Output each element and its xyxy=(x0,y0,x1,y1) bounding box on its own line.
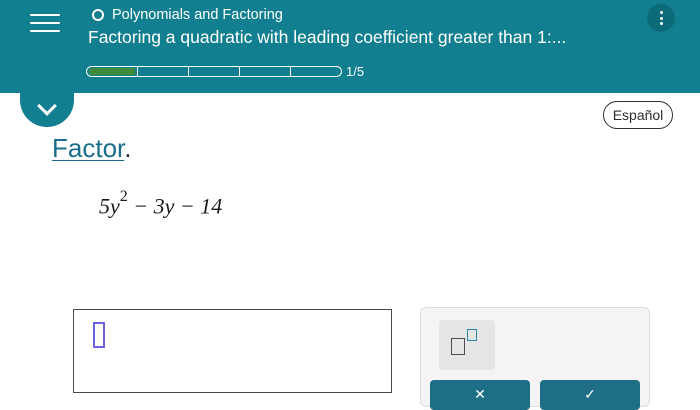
top-bar: Polynomials and Factoring Factoring a qu… xyxy=(0,0,700,93)
check-icon: ✓ xyxy=(584,386,596,402)
instruction-period: . xyxy=(124,133,132,163)
progress-bar xyxy=(86,66,342,77)
factor-help-link[interactable]: Factor xyxy=(52,133,124,163)
hamburger-menu-icon xyxy=(30,14,60,16)
problem-expression: 5y2 − 3y − 14 xyxy=(99,188,223,219)
progress-segment xyxy=(188,66,240,77)
exponent-button[interactable] xyxy=(439,320,495,370)
expression-rest: − 3y − 14 xyxy=(127,193,223,219)
hamburger-line xyxy=(30,30,60,32)
progress-count: 1/5 xyxy=(346,64,365,79)
topic-title: Polynomials and Factoring xyxy=(112,7,283,23)
options-button[interactable] xyxy=(647,4,675,32)
ellipsis-dot xyxy=(659,22,663,25)
problem-instruction: Factor. xyxy=(52,133,131,164)
progress-segment xyxy=(290,66,342,77)
expression-coefficient: 5y xyxy=(99,193,120,219)
topic-row: Polynomials and Factoring xyxy=(92,6,283,24)
vertical-ellipsis-icon xyxy=(659,11,663,14)
menu-button[interactable] xyxy=(27,8,67,40)
hamburger-line xyxy=(30,22,60,24)
language-toggle-button[interactable]: Español xyxy=(603,101,673,129)
progress-segment xyxy=(239,66,291,77)
x-icon: ✕ xyxy=(474,386,486,402)
progress-segment xyxy=(137,66,189,77)
lesson-title: Factoring a quadratic with leading coeff… xyxy=(88,27,567,47)
topic-circle-icon xyxy=(92,9,104,21)
exponent-template-icon xyxy=(451,338,465,355)
input-cursor-box xyxy=(93,322,105,348)
check-button[interactable]: ✓ xyxy=(540,380,640,410)
chevron-down-icon xyxy=(37,96,57,116)
answer-input[interactable] xyxy=(73,309,392,393)
ellipsis-dot xyxy=(659,16,663,20)
progress-segment-complete xyxy=(86,66,138,77)
clear-button[interactable]: ✕ xyxy=(430,380,530,410)
expression-exponent: 2 xyxy=(119,188,128,205)
collapse-header-button[interactable] xyxy=(20,93,74,127)
exponent-superscript-box xyxy=(467,329,477,341)
